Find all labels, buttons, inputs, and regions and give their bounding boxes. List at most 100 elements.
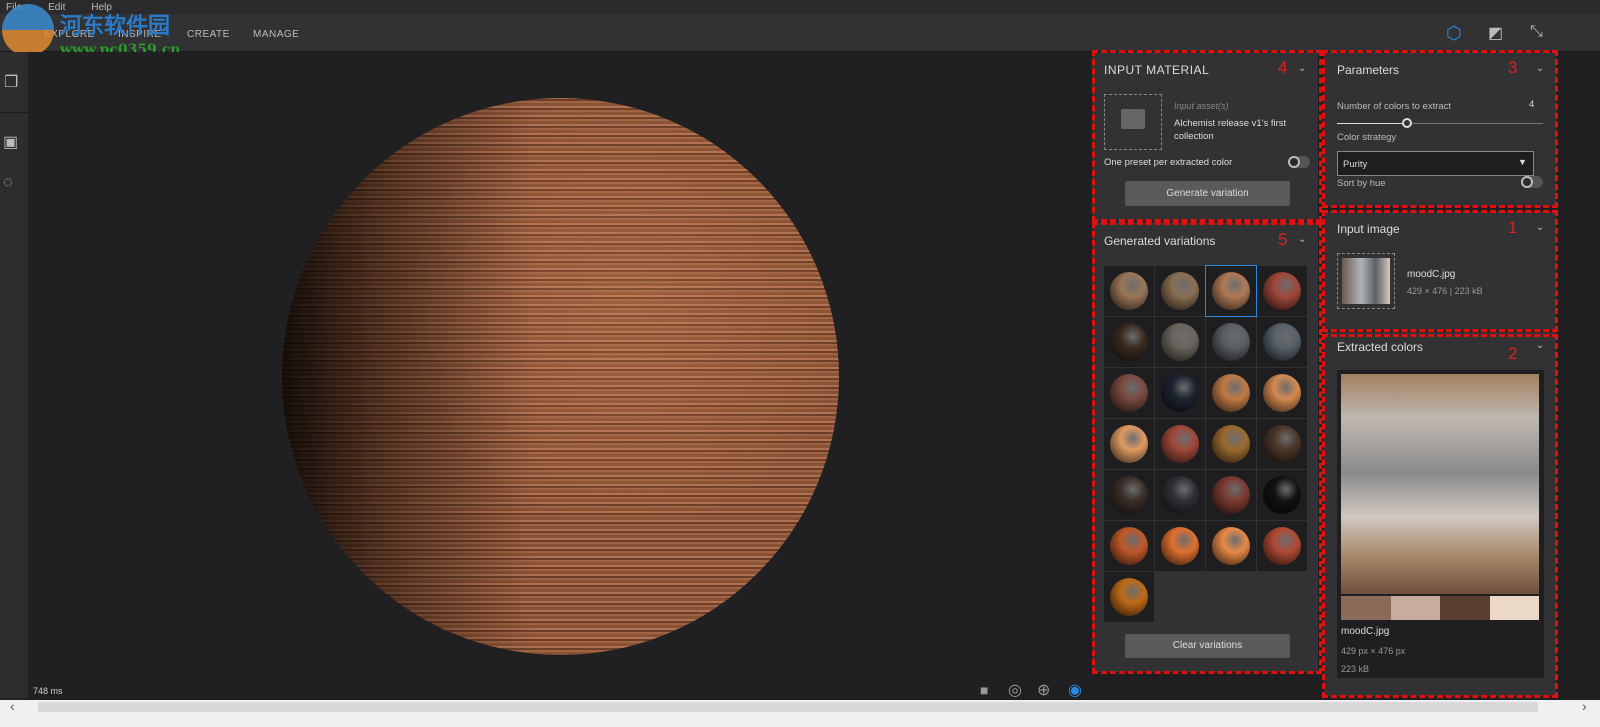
dropdown-arrow-icon: ▼	[1518, 157, 1527, 167]
material-ball	[1263, 323, 1301, 361]
color-swatch[interactable]	[1390, 596, 1440, 620]
color-swatch[interactable]	[1341, 596, 1391, 620]
material-ball	[1110, 272, 1148, 310]
camera-icon[interactable]: ■	[980, 682, 988, 698]
variation-thumbnail[interactable]	[1104, 266, 1154, 316]
variation-thumbnail[interactable]	[1206, 521, 1256, 571]
panel-title: Extracted colors	[1337, 340, 1424, 354]
color-swatch[interactable]	[1440, 596, 1490, 620]
variation-thumbnail[interactable]	[1104, 470, 1154, 520]
variation-thumbnail[interactable]	[1104, 572, 1154, 622]
chevron-down-icon[interactable]: ⌄	[1536, 340, 1544, 351]
color-swatch[interactable]	[1489, 596, 1539, 620]
panel-title: Parameters	[1337, 63, 1400, 77]
panel-title: Generated variations	[1104, 234, 1216, 248]
panel-title: Input image	[1337, 222, 1400, 236]
material-ball	[1263, 272, 1301, 310]
generated-variations-panel: Generated variations 5 ⌄ Clear variation…	[1092, 222, 1318, 672]
variation-thumbnail[interactable]	[1206, 368, 1256, 418]
variation-thumbnail[interactable]	[1205, 265, 1257, 317]
marker: 3	[1508, 58, 1518, 77]
marker: 2	[1508, 344, 1518, 363]
marker: 1	[1508, 218, 1518, 237]
material-preview-sphere	[282, 98, 839, 655]
variation-thumbnail[interactable]	[1257, 521, 1307, 571]
nav-bar: EXPLORE INSPIRE CREATE MANAGE ⬡ ◩ ⤡	[0, 14, 1600, 52]
color-strategy-select[interactable]: Purity ▼	[1337, 151, 1534, 176]
extracted-image	[1341, 374, 1539, 594]
extracted-dimensions: 429 px × 476 px	[1341, 646, 1406, 656]
asset-name: Alchemist release v1's first collection	[1174, 118, 1287, 142]
material-sphere-icon[interactable]: ◉	[1068, 680, 1082, 700]
toggle-label: One preset per extracted color	[1104, 157, 1233, 168]
variation-thumbnail[interactable]	[1155, 470, 1205, 520]
scroll-left-icon[interactable]: ‹	[10, 698, 15, 714]
material-ball	[1263, 374, 1301, 412]
input-material-panel: INPUT MATERIAL 4 ⌄ Input asset(s) Alchem…	[1092, 52, 1318, 220]
input-image-thumbnail[interactable]	[1337, 253, 1395, 309]
3d-view-icon[interactable]: ⬡	[1446, 23, 1462, 44]
variation-thumbnail[interactable]	[1155, 419, 1205, 469]
variation-thumbnail[interactable]	[1206, 470, 1256, 520]
material-ball	[1161, 527, 1199, 565]
material-ball	[1212, 527, 1250, 565]
material-ball	[1110, 323, 1148, 361]
variation-thumbnail[interactable]	[1104, 521, 1154, 571]
material-ball	[1212, 374, 1250, 412]
render-time: 748 ms	[33, 686, 63, 696]
chevron-down-icon[interactable]: ⌄	[1536, 63, 1544, 74]
one-preset-toggle[interactable]	[1288, 156, 1310, 168]
variation-thumbnail[interactable]	[1257, 470, 1307, 520]
chevron-down-icon[interactable]: ⌄	[1298, 234, 1306, 245]
chevron-down-icon[interactable]: ⌄	[1298, 63, 1306, 74]
extracted-colors-panel: Extracted colors 2 ⌄ moodC.jpg 429 px × …	[1324, 332, 1556, 696]
marker: 5	[1278, 230, 1288, 249]
tab-create[interactable]: CREATE	[187, 29, 230, 40]
split-view-icon[interactable]: ⤡	[1530, 23, 1543, 41]
parameters-panel: Parameters 3 ⌄ Number of colors to extra…	[1324, 52, 1556, 206]
variation-thumbnail[interactable]	[1206, 419, 1256, 469]
input-image-filename: moodC.jpg	[1407, 269, 1456, 280]
material-ball	[1110, 527, 1148, 565]
variation-thumbnail[interactable]	[1206, 317, 1256, 367]
folder-icon	[1121, 109, 1145, 129]
strategy-label: Color strategy	[1337, 132, 1397, 143]
variation-thumbnail[interactable]	[1155, 521, 1205, 571]
swatch-row	[1341, 596, 1539, 620]
material-ball	[1161, 374, 1199, 412]
variation-thumbnail[interactable]	[1104, 419, 1154, 469]
colors-count-label: Number of colors to extract	[1337, 101, 1452, 112]
colors-count-value: 4	[1529, 99, 1535, 110]
library-icon[interactable]: ❐	[4, 72, 18, 92]
asset-drop-zone[interactable]	[1104, 94, 1162, 150]
variation-thumbnail[interactable]	[1155, 317, 1205, 367]
variation-thumbnail[interactable]	[1257, 317, 1307, 367]
watermark-title: 河东软件园	[60, 13, 171, 39]
chevron-down-icon[interactable]: ⌄	[1536, 222, 1544, 233]
slider-thumb[interactable]	[1402, 118, 1413, 128]
variation-thumbnail[interactable]	[1257, 266, 1307, 316]
tab-manage[interactable]: MANAGE	[253, 29, 299, 40]
generate-variation-button[interactable]: Generate variation	[1125, 181, 1290, 206]
colors-slider-track[interactable]	[1337, 118, 1543, 128]
variation-thumbnail[interactable]	[1104, 317, 1154, 367]
variation-thumbnail[interactable]	[1257, 419, 1307, 469]
material-ball	[1212, 476, 1250, 514]
variation-thumbnail[interactable]	[1257, 368, 1307, 418]
material-ball	[1110, 578, 1148, 616]
display-settings-icon[interactable]: ▣	[3, 132, 18, 152]
sort-by-hue-toggle[interactable]	[1521, 176, 1543, 188]
light-icon[interactable]: ◎	[1008, 680, 1022, 700]
horizontal-scrollbar[interactable]: ‹ ›	[0, 698, 1600, 727]
variation-thumbnail[interactable]	[1104, 368, 1154, 418]
variation-thumbnail[interactable]	[1155, 368, 1205, 418]
variation-thumbnail[interactable]	[1155, 266, 1205, 316]
material-ball	[1161, 272, 1199, 310]
environment-settings-icon[interactable]: ◌	[3, 174, 13, 192]
globe-icon[interactable]: ⊕	[1037, 680, 1050, 700]
scroll-right-icon[interactable]: ›	[1582, 698, 1587, 714]
clear-variations-button[interactable]: Clear variations	[1125, 634, 1290, 658]
2d-view-icon[interactable]: ◩	[1488, 23, 1503, 43]
scroll-thumb[interactable]	[38, 702, 1538, 712]
select-value: Purity	[1343, 159, 1368, 170]
